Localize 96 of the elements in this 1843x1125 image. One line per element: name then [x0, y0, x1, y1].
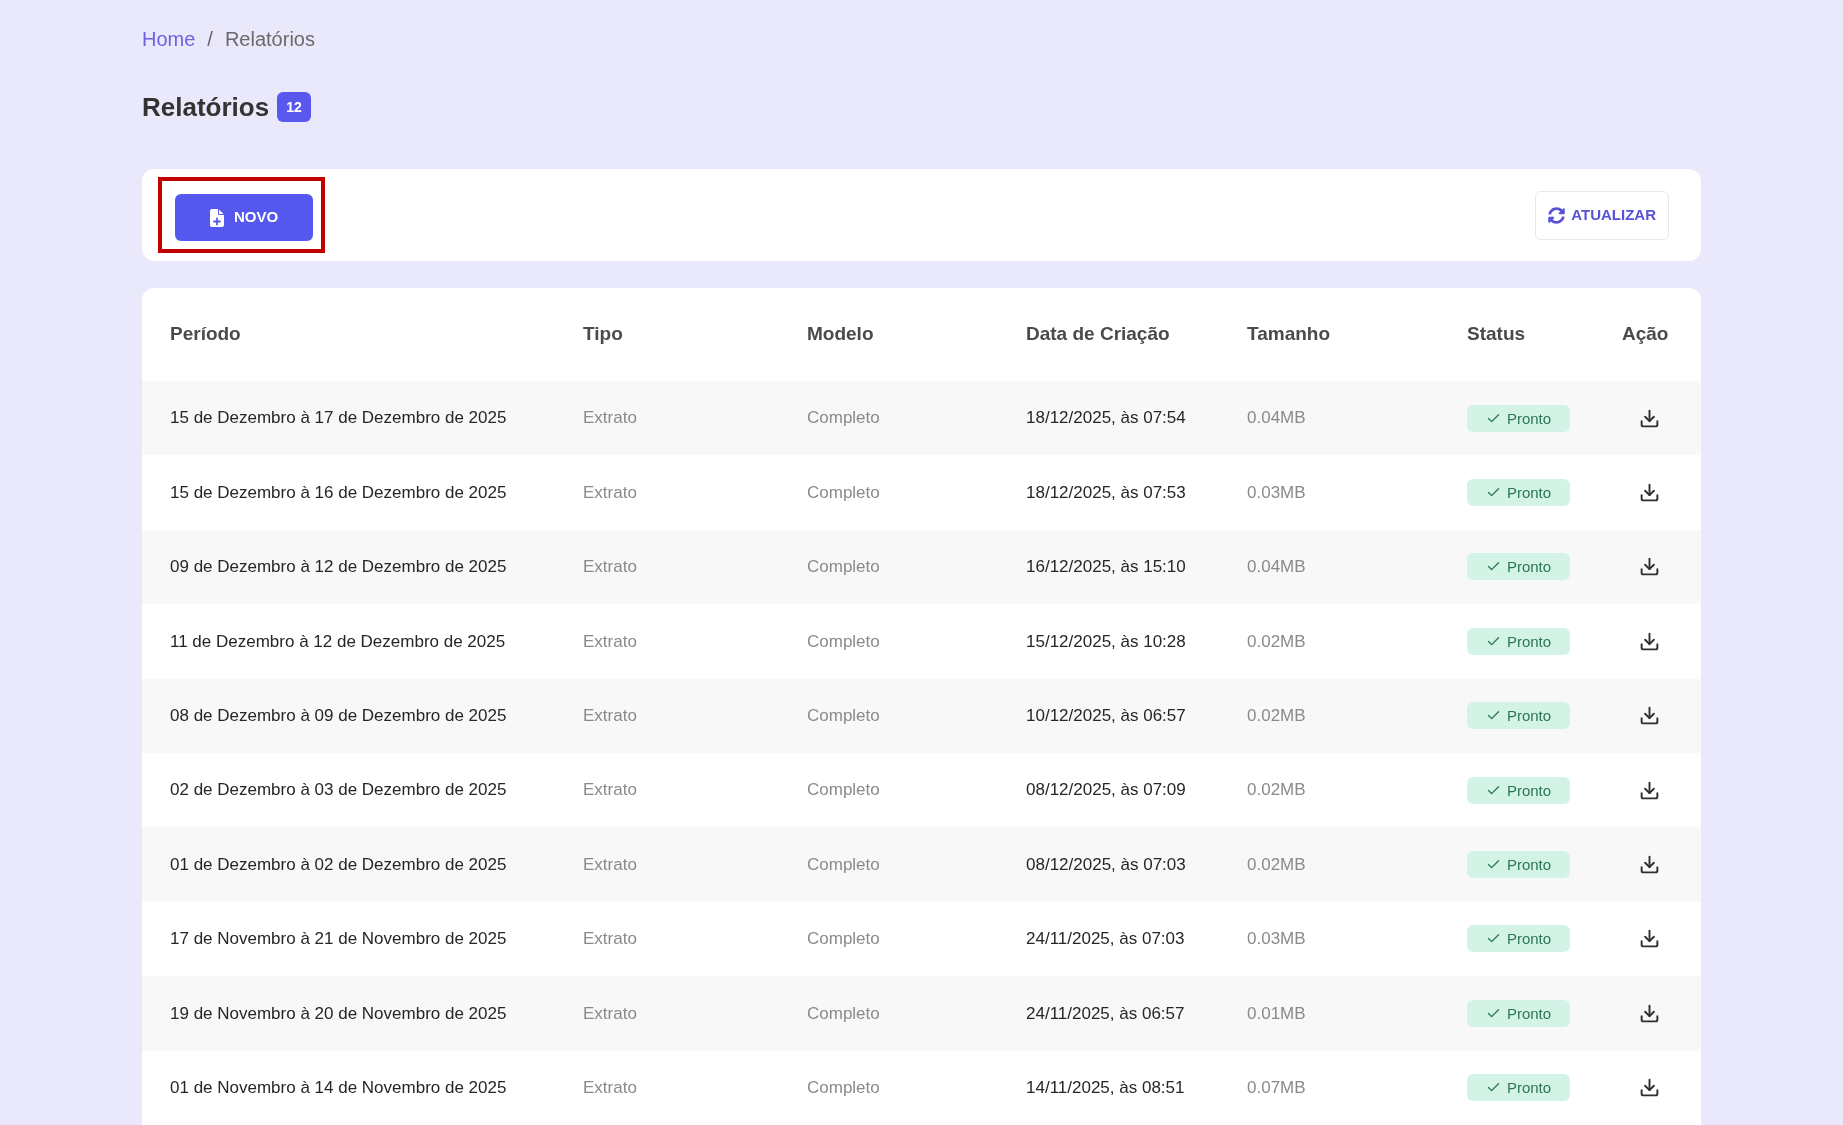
- download-button[interactable]: [1639, 482, 1660, 504]
- file-plus-icon: [209, 208, 224, 227]
- download-button[interactable]: [1639, 1077, 1660, 1099]
- table-cell-text: 24/11/2025, às 06:57: [1026, 1002, 1186, 1025]
- table-cell-text: 10/12/2025, às 06:57: [1026, 705, 1187, 727]
- table-cell-text: Extrato: [583, 630, 638, 653]
- table-cell-text: 19 de Novembro à 20 de Novembro de 2025: [170, 1002, 508, 1025]
- download-icon: [1639, 779, 1660, 801]
- table-cell-text: Extrato: [583, 1076, 638, 1099]
- table-cell-text: 0.04MB: [1247, 407, 1307, 430]
- table-cell-text: 0.02MB: [1247, 779, 1307, 802]
- table-cell-text: 08/12/2025, às 07:09: [1026, 779, 1187, 802]
- table-cell-text: Extrato: [583, 481, 638, 504]
- table-cell-text: Completo: [807, 481, 881, 504]
- download-icon: [1639, 482, 1660, 504]
- status-label: Pronto: [1506, 1005, 1552, 1021]
- column-header: Status: [1467, 322, 1527, 347]
- status-label: Pronto: [1506, 1080, 1552, 1096]
- table-cell-text: 11 de Dezembro à 12 de Dezembro de 2025: [170, 630, 507, 653]
- status-label: Pronto: [1506, 708, 1552, 724]
- breadcrumb-link[interactable]: Home: [142, 25, 196, 53]
- table-cell-text: Completo: [807, 630, 881, 653]
- table-cell-text: 14/11/2025, às 08:51: [1026, 1076, 1186, 1099]
- table-cell-text: Extrato: [583, 853, 638, 876]
- table-cell-text: 15 de Dezembro à 16 de Dezembro de 2025: [170, 481, 508, 504]
- table-cell-text: 0.02MB: [1247, 705, 1307, 727]
- column-header: Tamanho: [1247, 322, 1332, 347]
- table-cell-text: 15/12/2025, às 10:28: [1026, 630, 1187, 653]
- table-cell-text: 18/12/2025, às 07:54: [1026, 407, 1187, 430]
- download-button[interactable]: [1639, 1002, 1660, 1024]
- table-cell-text: 0.03MB: [1247, 481, 1307, 504]
- refresh-icon: [1548, 206, 1566, 224]
- breadcrumb-current: Relatórios: [224, 27, 315, 52]
- table-cell-text: 0.01MB: [1247, 1002, 1307, 1025]
- table-cell-text: 18/12/2025, às 07:53: [1026, 481, 1187, 504]
- breadcrumb-separator: /: [207, 27, 213, 52]
- count-badge: 12: [277, 92, 311, 122]
- table-cell-text: Completo: [807, 1076, 881, 1099]
- table-cell-text: 0.04MB: [1247, 556, 1307, 579]
- status-label: Pronto: [1506, 559, 1552, 575]
- table-cell-text: Completo: [807, 928, 881, 951]
- table-cell-text: Completo: [807, 853, 881, 876]
- download-icon: [1639, 630, 1660, 652]
- table-cell-text: 16/12/2025, às 15:10: [1026, 556, 1187, 579]
- table-cell-text: 01 de Novembro à 14 de Novembro de 2025: [170, 1076, 508, 1099]
- status-label: Pronto: [1506, 485, 1552, 501]
- table-cell-text: 02 de Dezembro à 03 de Dezembro de 2025: [170, 779, 508, 802]
- table-cell-text: 08 de Dezembro à 09 de Dezembro de 2025: [170, 705, 508, 727]
- status-label: Pronto: [1506, 931, 1552, 947]
- new-button[interactable]: NOVO: [175, 194, 313, 241]
- table-cell-text: 0.02MB: [1247, 853, 1307, 876]
- table-cell-text: Completo: [807, 779, 881, 802]
- download-icon: [1639, 854, 1660, 876]
- download-button[interactable]: [1639, 705, 1660, 727]
- download-icon: [1639, 705, 1660, 727]
- page-title: Relatórios: [142, 91, 270, 124]
- status-label: Pronto: [1506, 410, 1552, 426]
- download-icon: [1639, 1002, 1660, 1024]
- download-button[interactable]: [1639, 854, 1660, 876]
- download-button[interactable]: [1639, 630, 1660, 652]
- table-cell-text: Extrato: [583, 556, 638, 579]
- table-cell-text: Completo: [807, 407, 881, 430]
- download-icon: [1639, 1077, 1660, 1099]
- table-cell-text: 0.03MB: [1247, 928, 1307, 951]
- column-header: Modelo: [807, 322, 875, 347]
- download-button[interactable]: [1639, 928, 1660, 950]
- status-label: Pronto: [1506, 857, 1552, 873]
- download-button[interactable]: [1639, 779, 1660, 801]
- table-cell-text: 24/11/2025, às 07:03: [1026, 928, 1186, 951]
- table-cell-text: Completo: [807, 556, 881, 579]
- status-label: Pronto: [1506, 782, 1552, 798]
- table-cell-text: Completo: [807, 705, 881, 727]
- table-cell-text: 0.02MB: [1247, 630, 1307, 653]
- table-cell-text: 0.07MB: [1247, 1076, 1307, 1099]
- table-cell-text: Extrato: [583, 407, 638, 430]
- download-button[interactable]: [1639, 556, 1660, 578]
- table-cell-text: Extrato: [583, 1002, 638, 1025]
- table-cell-text: Extrato: [583, 705, 638, 727]
- status-label: Pronto: [1506, 633, 1552, 649]
- download-icon: [1639, 556, 1660, 578]
- refresh-button[interactable]: ATUALIZAR: [1535, 190, 1669, 240]
- download-button[interactable]: [1639, 407, 1660, 429]
- table-cell-text: Completo: [807, 1002, 881, 1025]
- download-icon: [1639, 928, 1660, 950]
- column-header: Data de Criação: [1026, 322, 1171, 347]
- table-cell-text: 09 de Dezembro à 12 de Dezembro de 2025: [170, 556, 508, 579]
- column-header: Tipo: [583, 322, 624, 347]
- table-cell-text: 15 de Dezembro à 17 de Dezembro de 2025: [170, 407, 508, 430]
- table-cell-text: Extrato: [583, 928, 638, 951]
- column-header: Período: [170, 322, 242, 347]
- table-cell-text: 17 de Novembro à 21 de Novembro de 2025: [170, 928, 508, 951]
- table-cell-text: 01 de Dezembro à 02 de Dezembro de 2025: [170, 853, 508, 876]
- download-icon: [1639, 407, 1660, 429]
- table-cell-text: 08/12/2025, às 07:03: [1026, 853, 1187, 876]
- column-header: Ação: [1622, 322, 1670, 347]
- table-cell-text: Extrato: [583, 779, 638, 802]
